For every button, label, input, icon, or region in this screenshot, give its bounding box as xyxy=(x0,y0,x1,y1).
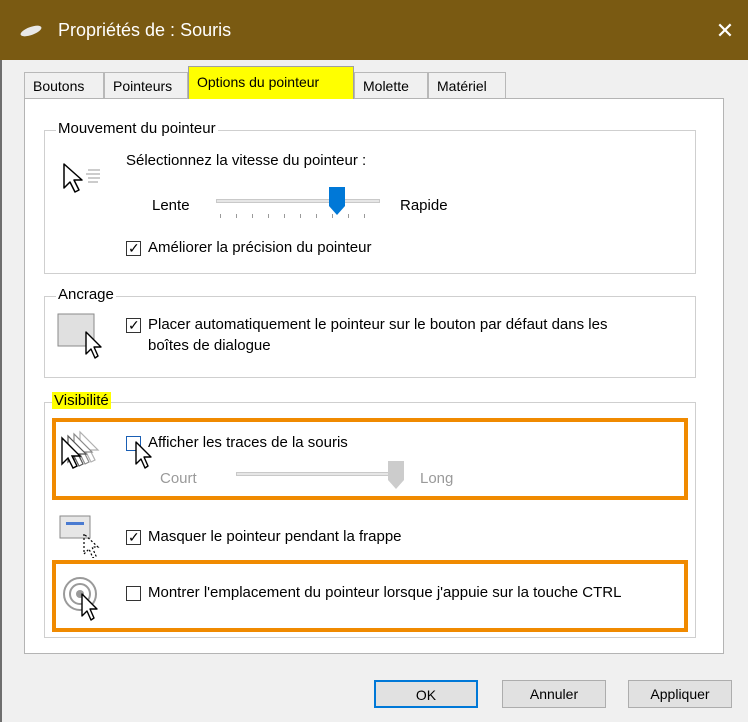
tab-molette[interactable]: Molette xyxy=(354,72,428,98)
fast-label: Rapide xyxy=(400,197,448,214)
hide-while-typing-label[interactable]: Masquer le pointeur pendant la frappe xyxy=(148,528,402,545)
speed-slider-thumb[interactable] xyxy=(328,186,346,216)
cancel-button[interactable]: Annuler xyxy=(502,680,606,708)
long-label: Long xyxy=(420,470,454,487)
visibility-group xyxy=(44,402,696,638)
snap-checkbox[interactable]: ✓ xyxy=(126,317,141,333)
pointer-location-icon xyxy=(63,577,98,621)
speed-slider-ticks xyxy=(220,214,378,218)
snap-group xyxy=(44,296,696,378)
trail-length-slider-thumb xyxy=(388,461,404,489)
snap-legend: Ancrage xyxy=(56,286,116,303)
snap-label-line1[interactable]: Placer automatiquement le pointeur sur l… xyxy=(148,316,607,333)
precision-label[interactable]: Améliorer la précision du pointeur xyxy=(148,239,371,256)
short-label: Court xyxy=(160,470,197,487)
check-mark-icon: ✓ xyxy=(128,529,140,545)
close-button[interactable]: ✕ xyxy=(708,14,742,48)
slow-label: Lente xyxy=(152,197,190,214)
show-location-ctrl-label[interactable]: Montrer l'emplacement du pointeur lorsqu… xyxy=(148,584,621,601)
close-icon: ✕ xyxy=(715,18,735,43)
speed-slider-track[interactable] xyxy=(216,199,380,203)
ok-button[interactable]: OK xyxy=(374,680,478,708)
pointer-speed-icon xyxy=(63,163,100,193)
tab-boutons[interactable]: Boutons xyxy=(24,72,104,98)
tab-pointeurs[interactable]: Pointeurs xyxy=(104,72,188,98)
snap-to-button-icon xyxy=(57,313,102,359)
apply-button[interactable]: Appliquer xyxy=(628,680,732,708)
trails-label[interactable]: Afficher les traces de la souris xyxy=(148,434,348,451)
show-location-ctrl-checkbox[interactable] xyxy=(126,586,141,601)
check-mark-icon: ✓ xyxy=(128,317,140,333)
trail-length-slider-track xyxy=(236,472,396,476)
mouse-trails-icon xyxy=(61,430,100,469)
precision-checkbox[interactable]: ✓ xyxy=(126,240,141,256)
mouse-icon xyxy=(20,25,42,37)
snap-label-line2[interactable]: boîtes de dialogue xyxy=(148,337,271,354)
tab-options-du-pointeur[interactable]: Options du pointeur xyxy=(188,66,354,99)
speed-label: Sélectionnez la vitesse du pointeur : xyxy=(126,152,367,169)
motion-legend: Mouvement du pointeur xyxy=(56,120,218,137)
window-title: Propriétés de : Souris xyxy=(58,20,232,40)
visibility-legend: Visibilité xyxy=(52,392,111,409)
check-mark-icon: ✓ xyxy=(128,240,140,256)
hide-while-typing-checkbox[interactable]: ✓ xyxy=(126,529,141,545)
hide-pointer-icon xyxy=(59,515,100,558)
tab-materiel[interactable]: Matériel xyxy=(428,72,506,98)
